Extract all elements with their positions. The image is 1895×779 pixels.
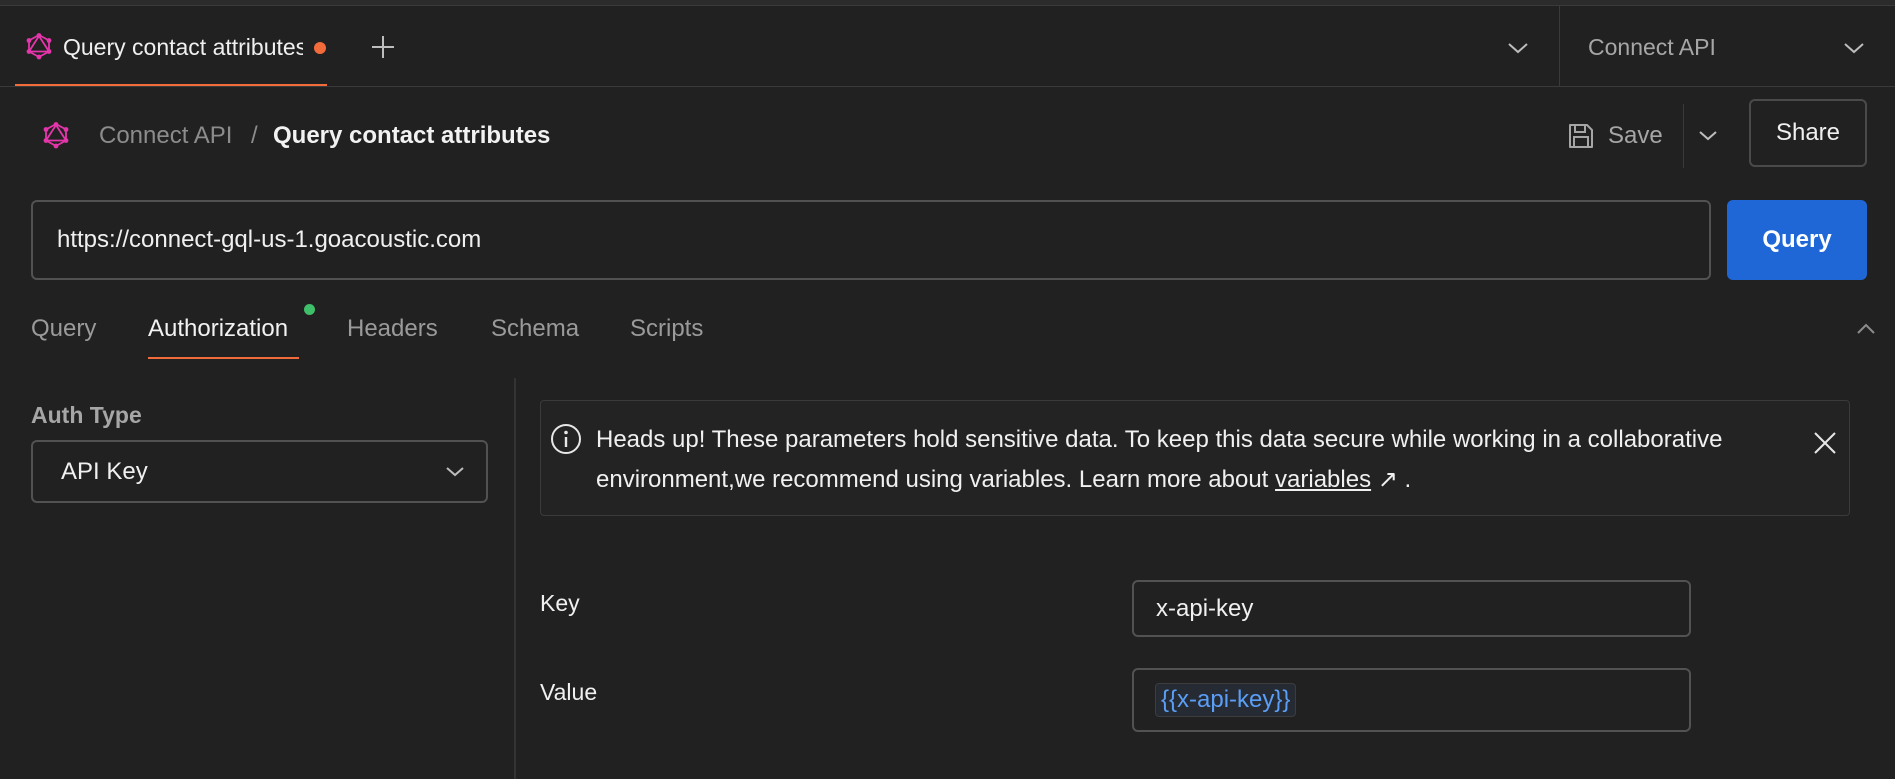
tab-headers[interactable]: Headers (347, 315, 438, 343)
save-options-chevron-down-icon[interactable] (1697, 128, 1719, 143)
save-icon (1569, 124, 1593, 148)
info-icon (551, 424, 581, 454)
banner-text-after: . (1397, 466, 1412, 493)
breadcrumb-request-title[interactable]: Query contact attributes (273, 122, 550, 150)
value-label: Value (540, 679, 598, 705)
key-label: Key (540, 590, 580, 616)
breadcrumb-collection[interactable]: Connect API (99, 122, 232, 150)
tab-query[interactable]: Query (31, 315, 96, 343)
new-tab-plus-icon[interactable] (370, 34, 396, 60)
auth-type-label: Auth Type (31, 402, 142, 428)
active-tab-underline (15, 84, 327, 86)
panel-divider (514, 378, 516, 779)
save-button[interactable]: Save (1566, 114, 1663, 158)
save-split-divider (1683, 104, 1684, 168)
auth-type-chevron-down-icon (446, 467, 464, 477)
tab-authorization[interactable]: Authorization (148, 315, 288, 343)
tab-scripts[interactable]: Scripts (630, 315, 703, 343)
auth-type-value: API Key (61, 458, 148, 485)
url-text: https://connect-gql-us-1.goacoustic.com (57, 226, 482, 253)
authorization-status-dot (304, 304, 315, 315)
graphql-icon (26, 33, 52, 60)
tabbar-divider (1559, 6, 1560, 87)
collapse-chevron-up-icon[interactable] (1856, 322, 1876, 336)
tab-schema[interactable]: Schema (491, 315, 579, 343)
environment-chevron-down-icon[interactable] (1842, 40, 1866, 56)
active-subtab-underline (148, 357, 299, 359)
key-value: x-api-key (1156, 595, 1254, 622)
environment-selector[interactable]: Connect API (1588, 34, 1716, 61)
close-icon[interactable] (1812, 430, 1838, 456)
tabs-overflow-chevron-down-icon[interactable] (1506, 40, 1530, 56)
unsaved-changes-dot (314, 42, 326, 54)
banner-message: Heads up! These parameters hold sensitiv… (596, 420, 1796, 500)
external-link-arrow-icon: ↗ (1377, 466, 1398, 493)
tab-bar: Query contact attributes Connect API (0, 6, 1895, 87)
banner-text-before: Heads up! These parameters hold sensitiv… (596, 426, 1723, 493)
save-label: Save (1608, 122, 1663, 149)
variable-chip[interactable]: {{x-api-key}} (1155, 683, 1297, 717)
tab-title: Query contact attributes (63, 34, 303, 60)
breadcrumb-separator: / (251, 122, 258, 149)
graphql-request-icon (43, 122, 69, 149)
query-button[interactable]: Query (1727, 200, 1867, 280)
variables-link[interactable]: variables (1275, 466, 1371, 493)
share-button[interactable]: Share (1749, 99, 1867, 167)
